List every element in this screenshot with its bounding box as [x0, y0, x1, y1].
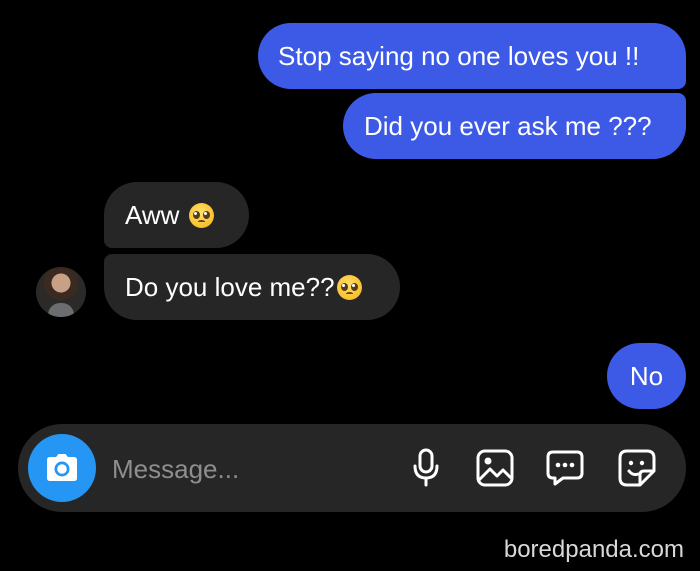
message-bubble-outgoing[interactable]: Did you ever ask me ???	[343, 93, 686, 159]
message-text: No	[629, 361, 664, 391]
avatar[interactable]	[36, 267, 86, 317]
message-text: Do you love me??	[125, 272, 335, 302]
message-text: Did you ever ask me ???	[364, 111, 652, 141]
voice-button[interactable]	[404, 446, 448, 490]
sticker-button[interactable]	[615, 446, 659, 490]
pleading-face-emoji-icon	[189, 202, 215, 228]
message-bubble-outgoing[interactable]: Stop saying no one loves you !!	[258, 23, 686, 89]
chat-button[interactable]	[543, 446, 587, 490]
gallery-button[interactable]	[473, 446, 517, 490]
message-composer	[18, 424, 686, 512]
message-bubble-incoming[interactable]: Aww	[104, 182, 249, 248]
pleading-face-emoji-icon	[336, 274, 362, 300]
message-text: Aww	[125, 200, 180, 230]
watermark: boredpanda.com	[503, 536, 684, 563]
camera-button[interactable]	[28, 434, 96, 502]
message-text: Stop saying no one loves you !!	[278, 41, 640, 71]
camera-icon	[47, 454, 77, 481]
gallery-icon	[476, 449, 514, 487]
message-input[interactable]	[110, 444, 384, 494]
message-bubble-incoming[interactable]: Do you love me??	[104, 254, 400, 320]
chat-bubble-icon	[546, 450, 584, 486]
microphone-icon	[413, 448, 439, 487]
sticker-icon	[618, 449, 656, 487]
message-bubble-outgoing[interactable]: No	[607, 343, 686, 409]
